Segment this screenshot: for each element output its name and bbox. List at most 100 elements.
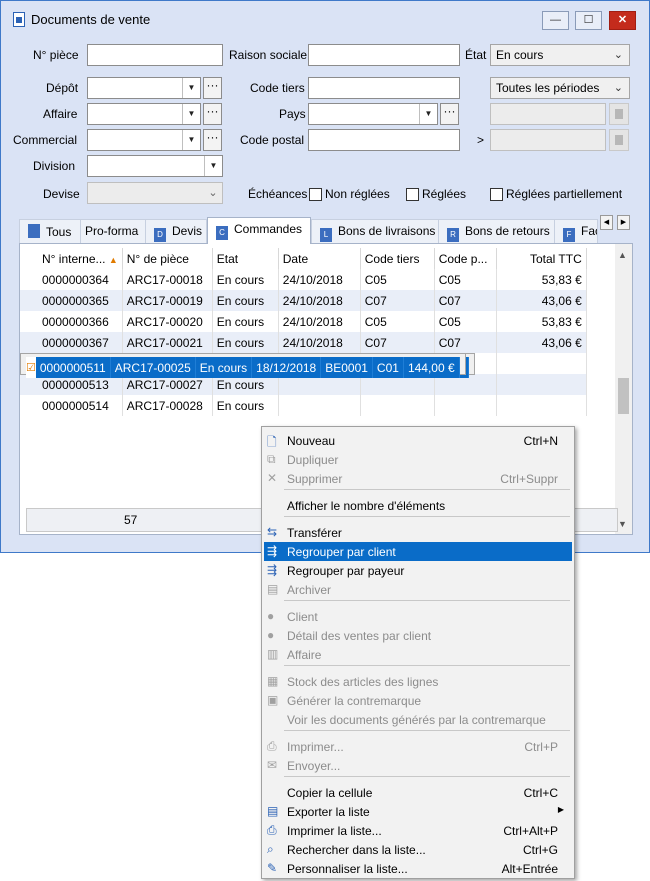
cell-codep[interactable]: C01: [372, 357, 404, 378]
scroll-down-icon[interactable]: ▼: [618, 519, 627, 529]
table-row[interactable]: 0000000366 ARC17-00020 En cours 24/10/2018 C…: [20, 311, 587, 332]
cell-piece[interactable]: ARC17-00020: [122, 311, 213, 332]
tab-factures[interactable]: FFac: [554, 219, 598, 243]
scroll-thumb[interactable]: [618, 378, 629, 414]
periode-select[interactable]: Toutes les périodes ⌄: [490, 77, 630, 99]
row-check-icon[interactable]: [20, 269, 38, 290]
cell-etat[interactable]: En cours: [212, 269, 279, 290]
cell-etat[interactable]: En cours: [212, 290, 279, 311]
dropdown-arrow-icon[interactable]: ▼: [204, 156, 222, 176]
tab-devis[interactable]: D Devis: [145, 219, 207, 243]
code-postal-input[interactable]: [308, 129, 460, 151]
tab-pro-forma[interactable]: Pro-forma: [80, 219, 146, 243]
table-row[interactable]: 0000000365 ARC17-00019 En cours 24/10/2018 C…: [20, 290, 587, 311]
cell-total[interactable]: [496, 374, 587, 395]
cell-date[interactable]: 24/10/2018: [278, 290, 361, 311]
menu-item-personnaliser-la-liste[interactable]: ✎ Personnaliser la liste... Alt+Entrée: [264, 859, 572, 878]
maximize-button[interactable]: ☐: [575, 11, 602, 30]
scroll-up-icon[interactable]: ▲: [618, 250, 627, 260]
dropdown-arrow-icon[interactable]: ▼: [419, 104, 437, 124]
row-check-icon[interactable]: ☑: [26, 357, 36, 378]
row-check-icon[interactable]: [20, 311, 38, 332]
cell-codep[interactable]: C05: [434, 311, 497, 332]
menu-item-regrouper-par-payeur[interactable]: ⇶ Regrouper par payeur: [264, 561, 572, 580]
cell-piece[interactable]: ARC17-00019: [122, 290, 213, 311]
cell-total[interactable]: 43,06 €: [496, 332, 587, 353]
row-check-icon[interactable]: [20, 290, 38, 311]
depot-ellipsis-button[interactable]: ···: [203, 77, 222, 99]
cell-etat[interactable]: En cours: [195, 357, 253, 378]
dropdown-arrow-icon[interactable]: ▼: [182, 78, 200, 98]
menu-item-regrouper-par-client[interactable]: ⇶ Regrouper par client: [264, 542, 572, 561]
menu-item-imprimer-la-liste[interactable]: ⎙ Imprimer la liste... Ctrl+Alt+P: [264, 821, 572, 840]
code-tiers-input[interactable]: [308, 77, 460, 99]
pays-ellipsis-button[interactable]: ···: [440, 103, 459, 125]
column-header-date[interactable]: Date: [278, 248, 361, 269]
menu-item-rechercher-dans-la-liste[interactable]: ⌕ Rechercher dans la liste... Ctrl+G: [264, 840, 572, 859]
cell-date[interactable]: [278, 395, 361, 416]
cell-interne[interactable]: 0000000366: [38, 311, 123, 332]
cell-total[interactable]: [496, 353, 587, 374]
cell-etat[interactable]: En cours: [212, 332, 279, 353]
cell-piece[interactable]: ARC17-00025: [110, 357, 196, 378]
affaire-combo[interactable]: ▼: [87, 103, 201, 125]
cell-codep[interactable]: C07: [434, 332, 497, 353]
cell-etat[interactable]: En cours: [212, 395, 279, 416]
cell-codep[interactable]: C05: [434, 269, 497, 290]
commercial-combo[interactable]: ▼: [87, 129, 201, 151]
cell-total[interactable]: 43,06 €: [496, 290, 587, 311]
pays-combo[interactable]: ▼: [308, 103, 438, 125]
menu-item-exporter-la-liste[interactable]: ▤ Exporter la liste ▶: [264, 802, 572, 821]
cell-interne[interactable]: 0000000364: [38, 269, 123, 290]
cell-date[interactable]: 24/10/2018: [278, 332, 361, 353]
column-header-no-piece[interactable]: N° de pièce: [122, 248, 213, 269]
cell-total[interactable]: 53,83 €: [496, 311, 587, 332]
reglees-checkbox[interactable]: [406, 188, 419, 201]
cell-piece[interactable]: ARC17-00021: [122, 332, 213, 353]
tab-scroll-left-button[interactable]: ◀: [600, 215, 613, 230]
cell-etat[interactable]: En cours: [212, 311, 279, 332]
cell-codep[interactable]: C07: [434, 290, 497, 311]
commercial-ellipsis-button[interactable]: ···: [203, 129, 222, 151]
tab-commandes[interactable]: C Commandes: [207, 217, 311, 244]
menu-item-transférer[interactable]: ⇆ Transférer: [264, 523, 572, 542]
table-row[interactable]: 0000000364 ARC17-00018 En cours 24/10/2018 C…: [20, 269, 587, 290]
no-piece-input[interactable]: [87, 44, 223, 66]
menu-item-copier-la-cellule[interactable]: Copier la cellule Ctrl+C: [264, 783, 572, 802]
menu-item-afficher-le-nombre-d-éléments[interactable]: Afficher le nombre d'éléments: [264, 496, 572, 515]
column-header-code-tiers[interactable]: Code tiers: [360, 248, 435, 269]
table-row[interactable]: ☑ 0000000511 ARC17-00025 En cours 18/12/2018…: [20, 353, 466, 378]
tab-tous[interactable]: Tous: [19, 219, 81, 243]
tab-bons-de-livraisons[interactable]: L Bons de livraisons: [311, 219, 439, 243]
cell-tiers[interactable]: [360, 395, 435, 416]
grid-vertical-scrollbar[interactable]: ▲ ▼: [615, 244, 632, 534]
minimize-button[interactable]: —: [542, 11, 569, 30]
division-combo[interactable]: ▼: [87, 155, 223, 177]
row-check-icon[interactable]: [20, 332, 38, 353]
cell-interne[interactable]: 0000000514: [38, 395, 123, 416]
cell-date[interactable]: 24/10/2018: [278, 311, 361, 332]
cell-date[interactable]: 24/10/2018: [278, 269, 361, 290]
tab-bons-de-retours[interactable]: R Bons de retours: [438, 219, 555, 243]
cell-total[interactable]: [496, 395, 587, 416]
depot-combo[interactable]: ▼: [87, 77, 201, 99]
column-header-code-p[interactable]: Code p...: [434, 248, 497, 269]
cell-tiers[interactable]: C07: [360, 332, 435, 353]
affaire-ellipsis-button[interactable]: ···: [203, 103, 222, 125]
cell-tiers[interactable]: C05: [360, 269, 435, 290]
raison-sociale-input[interactable]: [308, 44, 460, 66]
cell-date[interactable]: 18/12/2018: [251, 357, 322, 378]
table-row[interactable]: 0000000514 ARC17-00028 En cours: [20, 395, 587, 416]
cell-codep[interactable]: [434, 395, 497, 416]
cell-interne[interactable]: 0000000367: [38, 332, 123, 353]
cell-total[interactable]: 53,83 €: [496, 269, 587, 290]
column-header-etat[interactable]: Etat: [212, 248, 279, 269]
cell-piece[interactable]: ARC17-00028: [122, 395, 213, 416]
cell-interne[interactable]: 0000000511: [35, 357, 111, 378]
dropdown-arrow-icon[interactable]: ▼: [182, 104, 200, 124]
reglees-partiellement-checkbox[interactable]: [490, 188, 503, 201]
cell-total[interactable]: 144,00 €: [403, 357, 460, 378]
table-row[interactable]: 0000000367 ARC17-00021 En cours 24/10/2018 C…: [20, 332, 587, 353]
column-header-total-ttc[interactable]: Total TTC: [496, 248, 587, 269]
row-check-icon[interactable]: [20, 395, 38, 416]
